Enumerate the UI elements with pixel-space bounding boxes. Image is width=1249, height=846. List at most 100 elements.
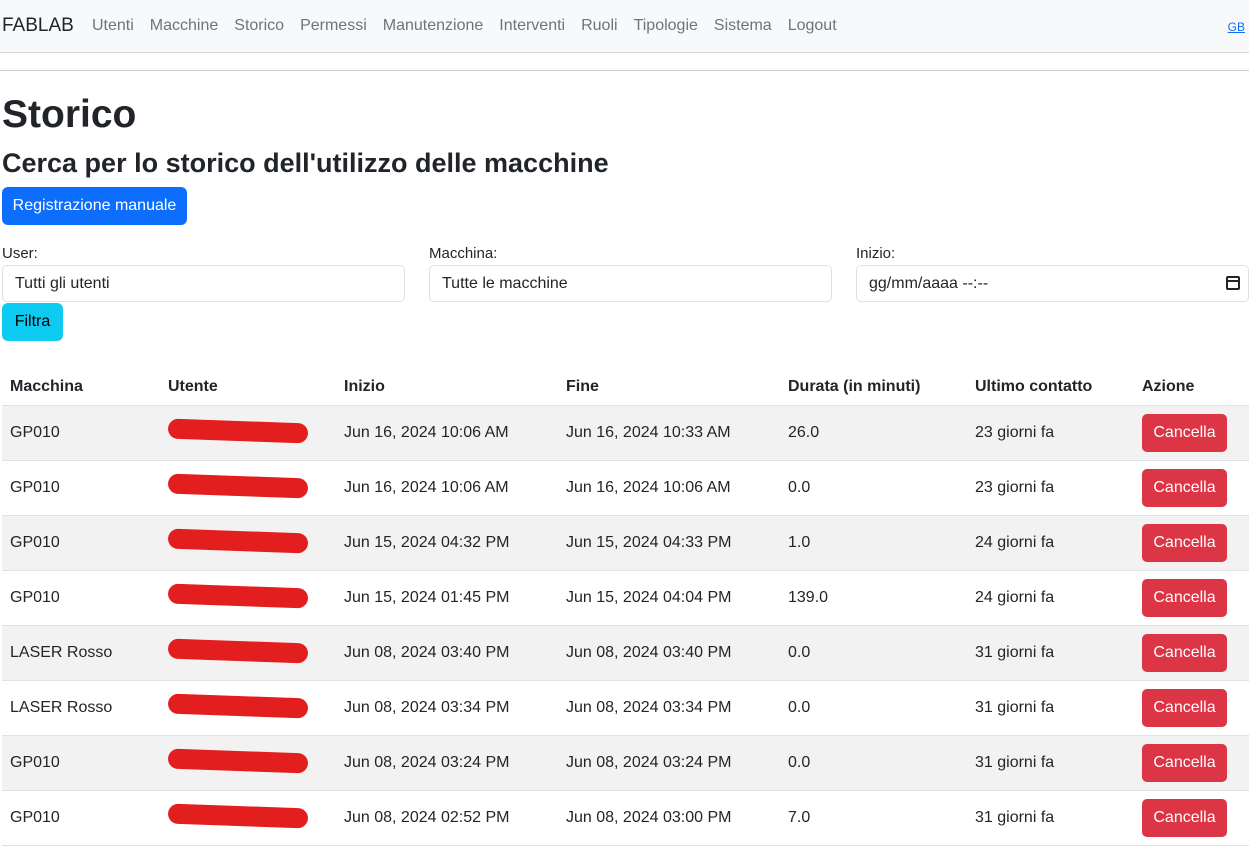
cell-duration: 0.0 xyxy=(780,625,967,681)
nav-link-macchine[interactable]: Macchine xyxy=(150,17,218,35)
cell-machine: GP010 xyxy=(2,405,160,461)
cell-duration: 0.0 xyxy=(780,680,967,736)
top-navbar: FABLAB Utenti Macchine Storico Permessi … xyxy=(0,0,1249,53)
delete-button[interactable]: Cancella xyxy=(1142,799,1227,837)
nav-link-tipologie[interactable]: Tipologie xyxy=(634,17,698,35)
redaction-mark xyxy=(167,583,309,608)
cell-start: Jun 16, 2024 10:06 AM xyxy=(336,405,558,461)
cell-user xyxy=(160,680,336,736)
page-subtitle: Cerca per lo storico dell'utilizzo delle… xyxy=(2,148,609,178)
cell-end: Jun 08, 2024 03:24 PM xyxy=(558,735,780,791)
cell-end: Jun 16, 2024 10:33 AM xyxy=(558,405,780,461)
machine-label: Macchina: xyxy=(429,245,498,262)
cell-last-contact: 23 giorni fa xyxy=(967,460,1134,516)
user-select-value: Tutti gli utenti xyxy=(15,275,110,292)
delete-button[interactable]: Cancella xyxy=(1142,744,1227,782)
nav-link-interventi[interactable]: Interventi xyxy=(499,17,565,35)
cell-action: Cancella xyxy=(1134,735,1249,791)
filter-button[interactable]: Filtra xyxy=(2,303,63,341)
redaction-mark xyxy=(167,638,309,663)
nav-link-permessi[interactable]: Permessi xyxy=(300,17,367,35)
cell-duration: 139.0 xyxy=(780,570,967,626)
table-row: LASER Rosso Jun 08, 2024 03:40 PM Jun 08… xyxy=(2,625,1249,681)
nav-link-storico[interactable]: Storico xyxy=(234,17,284,35)
redaction-mark xyxy=(167,528,309,553)
table-row: GP010 Jun 08, 2024 03:24 PM Jun 08, 2024… xyxy=(2,735,1249,791)
redaction-mark xyxy=(167,803,309,828)
nav-link-logout[interactable]: Logout xyxy=(788,17,837,35)
delete-button[interactable]: Cancella xyxy=(1142,524,1227,562)
table-row: GP010 Jun 15, 2024 04:32 PM Jun 15, 2024… xyxy=(2,515,1249,571)
user-select[interactable]: Tutti gli utenti xyxy=(2,265,405,302)
cell-duration: 7.0 xyxy=(780,790,967,846)
cell-action: Cancella xyxy=(1134,460,1249,516)
calendar-icon[interactable] xyxy=(1226,276,1240,290)
delete-button[interactable]: Cancella xyxy=(1142,689,1227,727)
redaction-mark xyxy=(167,748,309,773)
cell-user xyxy=(160,570,336,626)
delete-button[interactable]: Cancella xyxy=(1142,469,1227,507)
cell-last-contact: 24 giorni fa xyxy=(967,515,1134,571)
cell-end: Jun 08, 2024 03:00 PM xyxy=(558,790,780,846)
cell-duration: 1.0 xyxy=(780,515,967,571)
table-row: LASER Rosso Jun 08, 2024 03:34 PM Jun 08… xyxy=(2,680,1249,736)
language-link[interactable]: GB xyxy=(1228,20,1245,34)
nav-link-ruoli[interactable]: Ruoli xyxy=(581,17,617,35)
cell-user xyxy=(160,625,336,681)
cell-machine: GP010 xyxy=(2,790,160,846)
nav-link-utenti[interactable]: Utenti xyxy=(92,17,134,35)
table-row: GP010 Jun 15, 2024 01:45 PM Jun 15, 2024… xyxy=(2,570,1249,626)
table-header-row: Macchina Utente Inizio Fine Durata (in m… xyxy=(2,369,1249,406)
cell-user xyxy=(160,460,336,516)
table-row: GP010 Jun 16, 2024 10:06 AM Jun 16, 2024… xyxy=(2,460,1249,516)
cell-user xyxy=(160,405,336,461)
user-label: User: xyxy=(2,245,38,262)
nav-link-sistema[interactable]: Sistema xyxy=(714,17,772,35)
cell-action: Cancella xyxy=(1134,515,1249,571)
cell-end: Jun 08, 2024 03:40 PM xyxy=(558,625,780,681)
cell-duration: 0.0 xyxy=(780,735,967,791)
cell-start: Jun 08, 2024 03:40 PM xyxy=(336,625,558,681)
cell-end: Jun 15, 2024 04:04 PM xyxy=(558,570,780,626)
cell-start: Jun 15, 2024 04:32 PM xyxy=(336,515,558,571)
brand-logo[interactable]: FABLAB xyxy=(2,15,74,37)
delete-button[interactable]: Cancella xyxy=(1142,414,1227,452)
cell-last-contact: 24 giorni fa xyxy=(967,570,1134,626)
cell-machine: LASER Rosso xyxy=(2,680,160,736)
header-utente: Utente xyxy=(160,369,336,406)
machine-select[interactable]: Tutte le macchine xyxy=(429,265,832,302)
header-inizio: Inizio xyxy=(336,369,558,406)
cell-action: Cancella xyxy=(1134,790,1249,846)
page-title: Storico xyxy=(2,93,137,136)
header-fine: Fine xyxy=(558,369,780,406)
cell-last-contact: 31 giorni fa xyxy=(967,790,1134,846)
cell-machine: GP010 xyxy=(2,515,160,571)
cell-end: Jun 16, 2024 10:06 AM xyxy=(558,460,780,516)
cell-start: Jun 08, 2024 02:52 PM xyxy=(336,790,558,846)
cell-last-contact: 31 giorni fa xyxy=(967,680,1134,736)
nav-links: Utenti Macchine Storico Permessi Manuten… xyxy=(92,17,837,35)
header-durata: Durata (in minuti) xyxy=(780,369,967,406)
redaction-mark xyxy=(167,418,309,443)
nav-link-manutenzione[interactable]: Manutenzione xyxy=(383,17,484,35)
cell-action: Cancella xyxy=(1134,625,1249,681)
table-row: GP010 Jun 16, 2024 10:06 AM Jun 16, 2024… xyxy=(2,405,1249,461)
header-macchina: Macchina xyxy=(2,369,160,406)
cell-end: Jun 15, 2024 04:33 PM xyxy=(558,515,780,571)
header-azione: Azione xyxy=(1134,369,1249,406)
manual-registration-button[interactable]: Registrazione manuale xyxy=(2,187,187,225)
start-datetime-placeholder: gg/mm/aaaa --:-- xyxy=(869,275,989,292)
delete-button[interactable]: Cancella xyxy=(1142,579,1227,617)
cell-last-contact: 23 giorni fa xyxy=(967,405,1134,461)
cell-start: Jun 08, 2024 03:34 PM xyxy=(336,680,558,736)
delete-button[interactable]: Cancella xyxy=(1142,634,1227,672)
cell-user xyxy=(160,735,336,791)
machine-select-value: Tutte le macchine xyxy=(442,275,568,292)
cell-last-contact: 31 giorni fa xyxy=(967,735,1134,791)
cell-machine: LASER Rosso xyxy=(2,625,160,681)
cell-action: Cancella xyxy=(1134,570,1249,626)
cell-end: Jun 08, 2024 03:34 PM xyxy=(558,680,780,736)
header-ultimo-contatto: Ultimo contatto xyxy=(967,369,1134,406)
start-datetime-input[interactable]: gg/mm/aaaa --:-- xyxy=(856,265,1249,302)
redaction-mark xyxy=(167,693,309,718)
